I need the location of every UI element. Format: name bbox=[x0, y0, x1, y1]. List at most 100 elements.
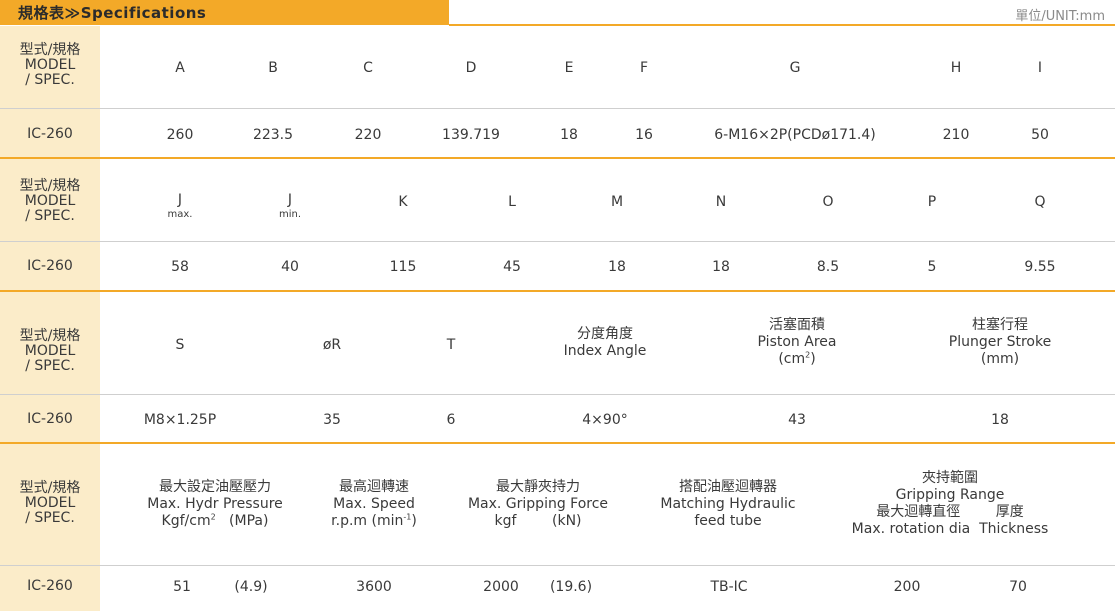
header-tube-en1: Matching Hydraulic bbox=[660, 496, 796, 512]
value-k: 115 bbox=[389, 259, 417, 275]
header-r: øR bbox=[322, 337, 342, 353]
value-c: 220 bbox=[354, 127, 382, 143]
header-tube-en2: feed tube bbox=[694, 513, 762, 529]
unit-label: 單位/UNIT:mm bbox=[1015, 9, 1105, 24]
header-grip-en: Max. Gripping Force bbox=[467, 496, 609, 512]
header-q: Q bbox=[1034, 194, 1046, 210]
header-j-letter: J bbox=[177, 192, 183, 208]
header-index-zh: 分度角度 bbox=[577, 326, 633, 342]
header-b: B bbox=[268, 60, 278, 76]
header-range-sub-zh: 最大迴轉直徑 厚度 bbox=[852, 504, 1049, 521]
header-f: F bbox=[639, 60, 649, 76]
header-o: O bbox=[822, 194, 834, 210]
header-h: H bbox=[950, 60, 962, 76]
spec-label-spec: / SPEC. bbox=[25, 72, 75, 88]
header-piston-en: Piston Area bbox=[757, 334, 837, 350]
value-r: 35 bbox=[323, 412, 341, 428]
row-divider bbox=[0, 394, 1115, 395]
header-d: D bbox=[465, 60, 477, 76]
header-c: C bbox=[363, 60, 373, 76]
header-grip-unit: kgf (kN) bbox=[468, 513, 608, 530]
piston-unit-text: (cm bbox=[778, 351, 806, 367]
value-o: 8.5 bbox=[816, 259, 840, 275]
spec-label-model: MODEL bbox=[24, 343, 76, 359]
header-plunger-zh: 柱塞行程 bbox=[972, 317, 1028, 333]
header-j-min: J min. bbox=[279, 192, 301, 220]
header-range-zh: 夾持範圍 bbox=[921, 470, 978, 486]
value-p: 5 bbox=[927, 259, 937, 275]
rotation-dia-zh: 最大迴轉直徑 bbox=[876, 504, 961, 520]
value-i: 50 bbox=[1031, 127, 1049, 143]
header-max-speed: 最高迴轉速 Max. Speed r.p.m (min-1) bbox=[331, 479, 417, 530]
header-pressure-zh: 最大設定油壓壓力 bbox=[159, 479, 271, 495]
value-l: 45 bbox=[503, 259, 521, 275]
value-m: 18 bbox=[608, 259, 626, 275]
value-e: 18 bbox=[560, 127, 578, 143]
model-label: IC-260 bbox=[27, 126, 73, 142]
header-n: N bbox=[715, 194, 727, 210]
row-divider bbox=[0, 108, 1115, 109]
grip-unit-kgf: kgf bbox=[494, 513, 517, 529]
value-j-min: 40 bbox=[281, 259, 299, 275]
value-j-max: 58 bbox=[171, 259, 189, 275]
header-j-min-sub: min. bbox=[278, 209, 302, 220]
value-pressure-kgf: 51 bbox=[173, 579, 191, 595]
pressure-unit-kgf: Kgf/cm bbox=[161, 513, 211, 529]
value-n: 18 bbox=[712, 259, 730, 275]
spec-label-zh: 型式/規格 bbox=[19, 178, 81, 194]
header-grip-zh: 最大靜夾持力 bbox=[496, 479, 580, 495]
header-j-max: J max. bbox=[168, 192, 193, 220]
header-a: A bbox=[175, 60, 185, 76]
rotation-dia-en: Max. rotation dia bbox=[851, 521, 971, 537]
row-divider bbox=[0, 565, 1115, 566]
value-a: 260 bbox=[166, 127, 194, 143]
header-speed-zh: 最高迴轉速 bbox=[338, 479, 409, 495]
header-e: E bbox=[564, 60, 574, 76]
spec-label: 型式/規格 MODEL / SPEC. bbox=[0, 43, 100, 88]
header-j-max-sub: max. bbox=[167, 209, 193, 220]
thickness-zh: 厚度 bbox=[995, 504, 1024, 520]
spec-label-spec: / SPEC. bbox=[25, 510, 75, 526]
header-range-sub-en: Max. rotation dia Thickness bbox=[852, 521, 1049, 538]
value-max-speed: 3600 bbox=[356, 579, 392, 595]
header-t: T bbox=[446, 337, 456, 353]
section-divider bbox=[0, 290, 1115, 292]
section-title-bar: 規格表≫Specifications bbox=[0, 0, 449, 25]
header-piston-zh: 活塞面積 bbox=[768, 317, 825, 333]
header-s: S bbox=[175, 337, 185, 353]
header-plunger-unit: (mm) bbox=[980, 351, 1020, 367]
model-label: IC-260 bbox=[27, 411, 73, 427]
value-plunger-stroke: 18 bbox=[991, 412, 1009, 428]
pressure-unit-mpa: (MPa) bbox=[229, 513, 269, 529]
value-rotation-dia: 200 bbox=[893, 579, 921, 595]
header-gripping-force: 最大靜夾持力 Max. Gripping Force kgf (kN) bbox=[468, 479, 608, 530]
value-d: 139.719 bbox=[442, 127, 500, 143]
model-label: IC-260 bbox=[27, 258, 73, 274]
value-index-angle: 4×90° bbox=[582, 412, 628, 428]
value-pressure-mpa: (4.9) bbox=[234, 579, 268, 595]
spec-label-model: MODEL bbox=[24, 495, 76, 511]
header-piston-area: 活塞面積 Piston Area (cm2) bbox=[758, 317, 837, 368]
model-label: IC-260 bbox=[27, 578, 73, 594]
header-p: P bbox=[927, 194, 937, 210]
header-index-en: Index Angle bbox=[563, 343, 647, 359]
spec-label: 型式/規格 MODEL / SPEC. bbox=[0, 329, 100, 374]
value-feed-tube: TB-IC bbox=[710, 579, 748, 595]
header-tube-zh: 搭配油壓迴轉器 bbox=[678, 479, 777, 495]
header-j-letter: J bbox=[287, 192, 293, 208]
header-i: I bbox=[1037, 60, 1043, 76]
speed-unit-sup: -1 bbox=[403, 512, 412, 522]
header-speed-en: Max. Speed bbox=[333, 496, 415, 512]
speed-unit-text: r.p.m (min bbox=[331, 513, 404, 529]
spec-label: 型式/規格 MODEL / SPEC. bbox=[0, 179, 100, 224]
header-speed-unit: r.p.m (min-1) bbox=[331, 513, 417, 530]
header-g: G bbox=[789, 60, 801, 76]
spec-label-zh: 型式/規格 bbox=[19, 328, 81, 344]
value-grip-kgf: 2000 bbox=[483, 579, 519, 595]
spec-label-spec: / SPEC. bbox=[25, 208, 75, 224]
section-title: 規格表≫Specifications bbox=[18, 4, 207, 22]
section-divider bbox=[0, 157, 1115, 159]
thickness-en: Thickness bbox=[979, 521, 1049, 537]
header-k: K bbox=[398, 194, 408, 210]
section-divider bbox=[0, 442, 1115, 444]
